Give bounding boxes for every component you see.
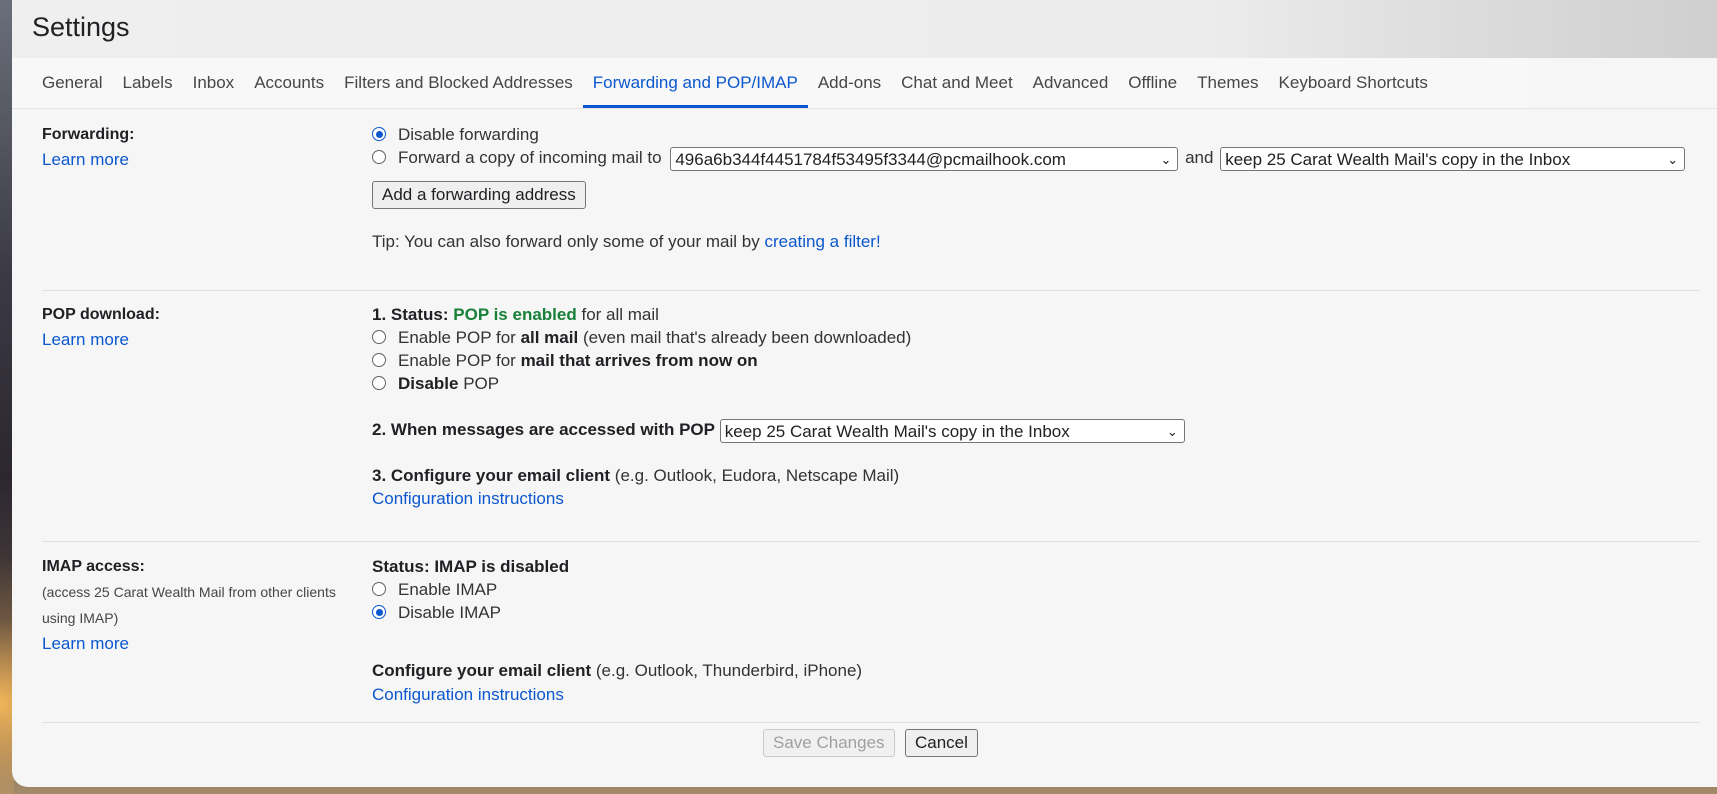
save-changes-button[interactable]: Save Changes (763, 729, 895, 757)
forward-copy-row: Forward a copy of incoming mail to 496a6… (372, 145, 1686, 171)
tab-inbox[interactable]: Inbox (183, 58, 245, 108)
pop-accessed-value: keep 25 Carat Wealth Mail's copy in the … (724, 421, 1070, 441)
forward-copy-radio[interactable] (372, 150, 386, 164)
forward-copy-action-value: keep 25 Carat Wealth Mail's copy in the … (1225, 149, 1571, 169)
tab-chat-and-meet[interactable]: Chat and Meet (891, 58, 1023, 108)
chevron-down-icon: ⌄ (1166, 423, 1178, 439)
pop-disable-radio[interactable] (372, 376, 386, 390)
chevron-down-icon: ⌄ (1160, 151, 1172, 167)
tab-accounts[interactable]: Accounts (244, 58, 334, 108)
disable-forwarding-row: Disable forwarding (372, 122, 539, 147)
pop-configuration-instructions-link[interactable]: Configuration instructions (372, 489, 564, 508)
pop-learn-more-link[interactable]: Learn more (42, 327, 362, 352)
forwarding-label: Forwarding: (42, 126, 135, 143)
footer-divider (42, 722, 1700, 723)
pop-accessed-select[interactable]: keep 25 Carat Wealth Mail's copy in the … (719, 418, 1185, 443)
pop-accessed-row: 2. When messages are accessed with POP k… (372, 417, 1185, 443)
tab-add-ons[interactable]: Add-ons (808, 58, 891, 108)
imap-disable-row: Disable IMAP (372, 600, 501, 625)
imap-configure-row: Configure your email client (e.g. Outloo… (372, 658, 862, 683)
pop-status-suffix: for all mail (581, 305, 659, 324)
pop-status-prefix: 1. Status: (372, 305, 449, 324)
section-divider (42, 541, 1700, 542)
pop-option-disable: Disable POP (372, 371, 499, 396)
disable-forwarding-label: Disable forwarding (398, 125, 539, 144)
pop-opt2-bold: mail that arrives from now on (520, 351, 758, 370)
forward-address-select[interactable]: 496a6b344f4451784f53495f3344@pcmailhook.… (670, 146, 1179, 171)
pop-configure-bold: 3. Configure your email client (372, 466, 611, 485)
pop-opt1-suffix: (even mail that's already been downloade… (582, 328, 912, 347)
forwarding-label-col: Forwarding: Learn more (42, 122, 362, 172)
tip-text: Tip: You can also forward only some of y… (372, 232, 760, 251)
imap-configure-suffix: (e.g. Outlook, Thunderbird, iPhone) (595, 661, 863, 680)
section-divider (42, 290, 1700, 291)
tab-filters[interactable]: Filters and Blocked Addresses (334, 58, 583, 108)
add-forwarding-address-button[interactable]: Add a forwarding address (372, 181, 586, 209)
imap-configure-bold: Configure your email client (372, 661, 592, 680)
pop-opt1-bold: all mail (520, 328, 579, 347)
tab-advanced[interactable]: Advanced (1023, 58, 1119, 108)
settings-panel: Settings General Labels Inbox Accounts F… (12, 0, 1717, 787)
pop-config-link-row: Configuration instructions (372, 486, 564, 511)
forwarding-learn-more-link[interactable]: Learn more (42, 147, 362, 172)
pop-accessed-label: 2. When messages are accessed with POP (372, 420, 715, 439)
forward-copy-action-select[interactable]: keep 25 Carat Wealth Mail's copy in the … (1220, 146, 1686, 171)
forward-address-value: 496a6b344f4451784f53495f3344@pcmailhook.… (675, 149, 1066, 169)
imap-sub-line2: using IMAP) (42, 610, 119, 626)
imap-label-col: IMAP access: (access 25 Carat Wealth Mai… (42, 554, 362, 656)
settings-tabs: General Labels Inbox Accounts Filters an… (12, 58, 1528, 108)
imap-enable-radio[interactable] (372, 582, 386, 596)
pop-label-col: POP download: Learn more (42, 302, 362, 352)
imap-status: Status: IMAP is disabled (372, 554, 569, 579)
tab-general[interactable]: General (12, 58, 112, 108)
footer-actions: Save Changes Cancel (763, 729, 978, 757)
imap-status-text: Status: IMAP is disabled (372, 557, 570, 576)
imap-enable-row: Enable IMAP (372, 577, 497, 602)
imap-disable-radio[interactable] (372, 605, 386, 619)
pop-opt3-suffix: POP (463, 374, 500, 393)
tab-offline[interactable]: Offline (1118, 58, 1187, 108)
tab-forwarding-pop-imap[interactable]: Forwarding and POP/IMAP (582, 58, 808, 108)
imap-label: IMAP access: (42, 558, 145, 575)
pop-label: POP download: (42, 306, 160, 323)
disable-forwarding-radio[interactable] (372, 127, 386, 141)
add-address-row: Add a forwarding address (372, 181, 586, 209)
tab-themes[interactable]: Themes (1187, 58, 1268, 108)
forward-copy-label: Forward a copy of incoming mail to (398, 148, 662, 167)
cancel-button[interactable]: Cancel (904, 729, 978, 757)
tab-keyboard-shortcuts[interactable]: Keyboard Shortcuts (1269, 58, 1438, 108)
imap-config-link-row: Configuration instructions (372, 682, 564, 707)
tabs-divider (12, 108, 1717, 109)
imap-configuration-instructions-link[interactable]: Configuration instructions (372, 685, 564, 704)
chevron-down-icon: ⌄ (1667, 151, 1679, 167)
imap-learn-more-link[interactable]: Learn more (42, 631, 362, 656)
tab-labels[interactable]: Labels (112, 58, 182, 108)
pop-configure-suffix: (e.g. Outlook, Eudora, Netscape Mail) (614, 466, 900, 485)
pop-option-all-mail: Enable POP for all mail (even mail that'… (372, 325, 911, 350)
pop-opt1-prefix: Enable POP for (398, 328, 516, 347)
settings-header: Settings (12, 0, 1717, 58)
forwarding-tip: Tip: You can also forward only some of y… (372, 229, 881, 254)
and-text: and (1185, 148, 1214, 167)
pop-status-value: POP is enabled (453, 305, 577, 324)
pop-configure-row: 3. Configure your email client (e.g. Out… (372, 463, 899, 488)
pop-option-from-now: Enable POP for mail that arrives from no… (372, 348, 758, 373)
page-title: Settings (32, 12, 130, 42)
imap-enable-label: Enable IMAP (398, 580, 498, 599)
imap-disable-label: Disable IMAP (398, 603, 501, 622)
imap-sub-line1: (access 25 Carat Wealth Mail from other … (42, 584, 336, 600)
pop-from-now-radio[interactable] (372, 353, 386, 367)
pop-all-mail-radio[interactable] (372, 330, 386, 344)
pop-opt3-bold: Disable (398, 374, 459, 393)
creating-filter-link[interactable]: creating a filter! (764, 232, 880, 251)
pop-opt2-prefix: Enable POP for (398, 351, 516, 370)
pop-status: 1. Status: POP is enabled for all mail (372, 302, 659, 327)
